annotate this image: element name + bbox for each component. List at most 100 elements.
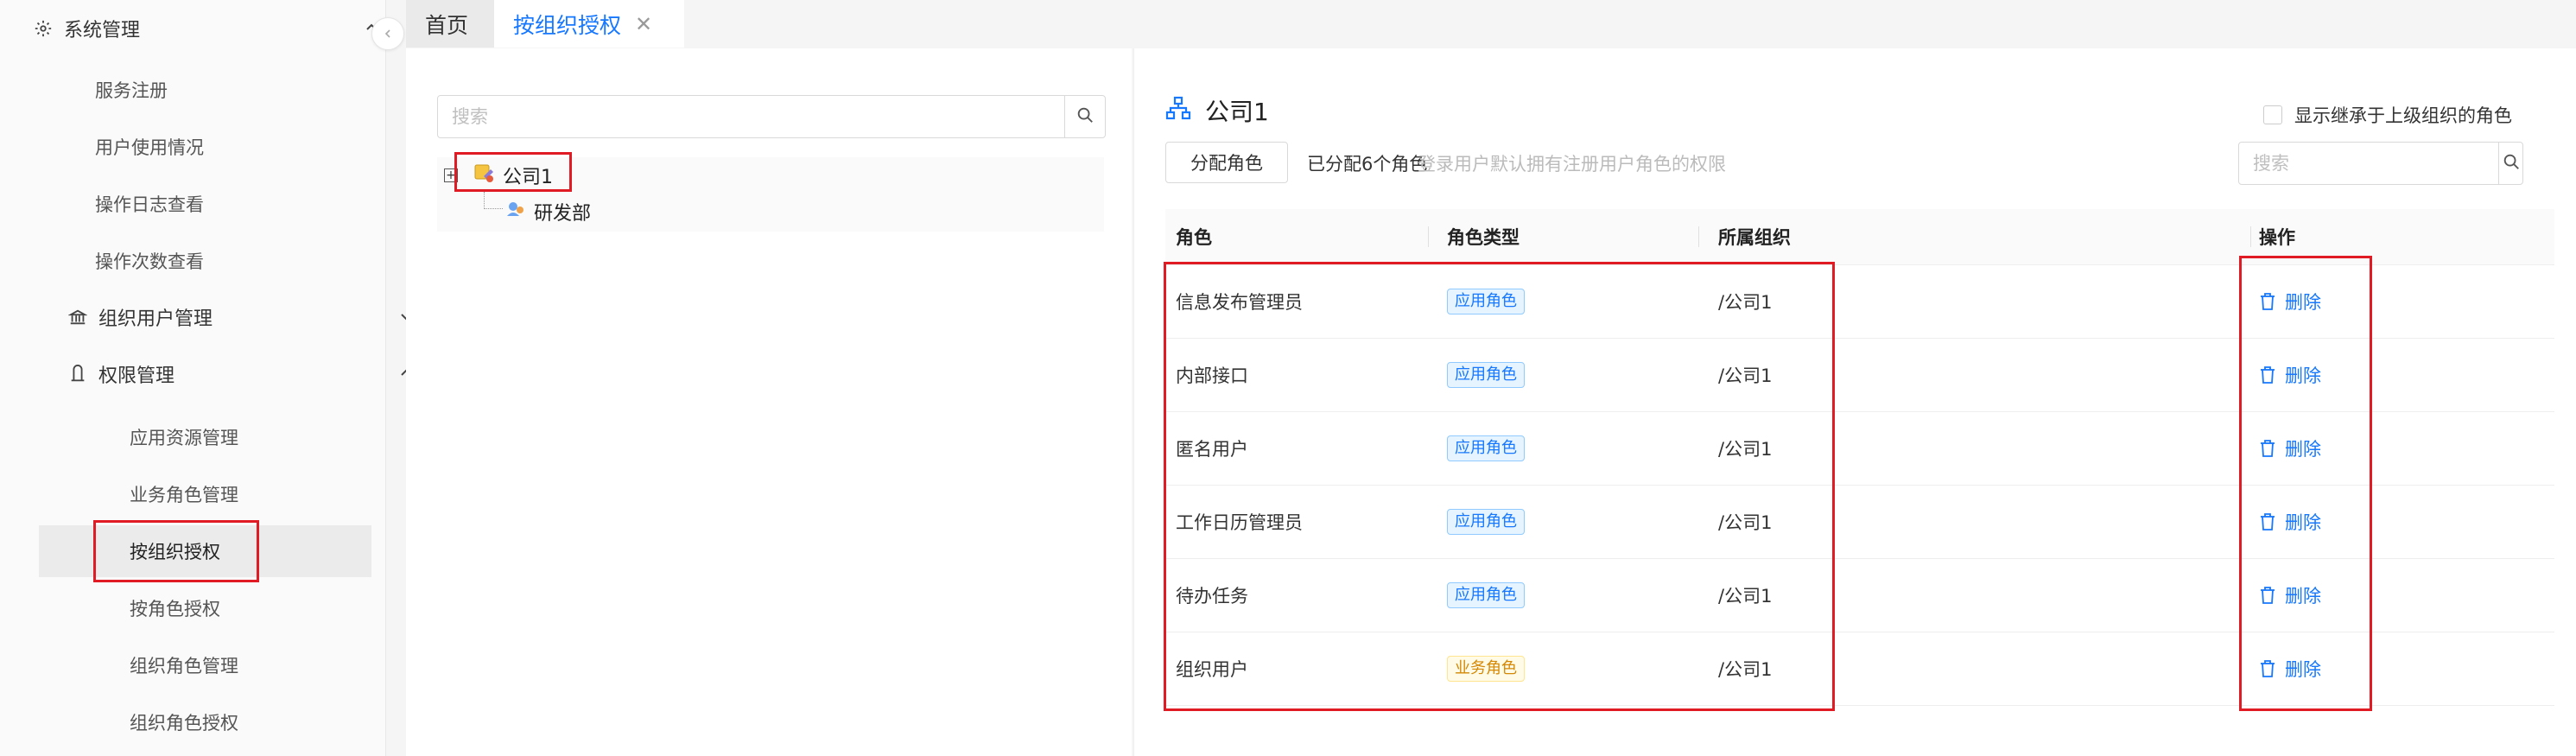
delete-button[interactable]: 删除 bbox=[2259, 656, 2321, 682]
menu-group-org-user[interactable]: 组织用户管理 bbox=[0, 289, 451, 346]
show-inherited-checkbox[interactable] bbox=[2263, 105, 2282, 124]
tree-search-input[interactable] bbox=[438, 96, 1064, 137]
menu-group-system[interactable]: 系统管理 bbox=[0, 0, 416, 57]
cell-type: 应用角色 bbox=[1447, 558, 1525, 632]
tab-label: 首页 bbox=[425, 12, 469, 38]
delete-label: 删除 bbox=[2285, 658, 2321, 680]
menu-item-org-authorize[interactable]: 按组织授权 bbox=[39, 525, 371, 577]
table-row: 匿名用户 应用角色/公司1 删除 bbox=[1165, 411, 2554, 486]
org-title: 公司1 bbox=[1165, 93, 1269, 128]
menu-item-service-register[interactable]: 服务注册 bbox=[95, 64, 168, 116]
menu-item-label: 按组织授权 bbox=[130, 542, 220, 562]
col-separator bbox=[2250, 226, 2251, 247]
tab-home[interactable]: 首页 bbox=[406, 0, 494, 48]
trash-icon bbox=[2259, 439, 2285, 458]
menu-item-user-usage[interactable]: 用户使用情况 bbox=[95, 121, 204, 173]
delete-button[interactable]: 删除 bbox=[2259, 435, 2321, 461]
role-search-input[interactable] bbox=[2239, 143, 2498, 184]
trash-icon bbox=[2259, 659, 2285, 678]
cell-org: /公司1 bbox=[1718, 438, 1773, 460]
delete-button[interactable]: 删除 bbox=[2259, 362, 2321, 388]
cell-type: 业务角色 bbox=[1447, 632, 1525, 705]
table-row: 组织用户 业务角色/公司1 删除 bbox=[1165, 632, 2554, 706]
chevron-left-icon bbox=[383, 26, 393, 42]
menu-item-org-role-authorize[interactable]: 组织角色授权 bbox=[130, 696, 238, 748]
sidebar-collapse-button[interactable] bbox=[371, 17, 404, 50]
tab-org-authorize[interactable]: 按组织授权 ✕ bbox=[494, 0, 684, 48]
cell-role: 匿名用户 bbox=[1176, 438, 1248, 460]
menu-item-app-resource[interactable]: 应用资源管理 bbox=[130, 411, 238, 463]
org-tree-pane: + 公司1 研发部 bbox=[406, 48, 1132, 756]
menu-item-label: 按角色授权 bbox=[130, 599, 220, 619]
dept-icon bbox=[504, 199, 527, 225]
tree-node-label: 公司1 bbox=[503, 167, 553, 188]
menu-item-label: 组织角色管理 bbox=[130, 656, 238, 677]
table-row: 内部接口 应用角色/公司1 删除 bbox=[1165, 338, 2554, 412]
menu-item-label: 业务角色管理 bbox=[130, 485, 238, 505]
delete-button[interactable]: 删除 bbox=[2259, 289, 2321, 314]
cell-action: 删除 bbox=[2259, 558, 2321, 632]
cell-type: 应用角色 bbox=[1447, 264, 1525, 338]
cell-action: 删除 bbox=[2259, 264, 2321, 338]
tree-search-box bbox=[437, 95, 1106, 138]
menu-item-role-authorize[interactable]: 按角色授权 bbox=[130, 582, 220, 634]
menu-item-label: 操作日志查看 bbox=[95, 194, 204, 215]
close-icon[interactable]: ✕ bbox=[635, 12, 652, 36]
show-inherited-label: 显示继承于上级组织的角色 bbox=[2294, 105, 2512, 126]
tree-node-label: 研发部 bbox=[534, 203, 592, 225]
delete-button[interactable]: 删除 bbox=[2259, 509, 2321, 535]
table-row: 工作日历管理员 应用角色/公司1 删除 bbox=[1165, 485, 2554, 559]
delete-label: 删除 bbox=[2285, 511, 2321, 533]
cell-action: 删除 bbox=[2259, 338, 2321, 411]
menu-group-label: 权限管理 bbox=[98, 365, 175, 387]
expand-toggle-icon[interactable]: + bbox=[444, 168, 458, 182]
role-type-tag: 应用角色 bbox=[1447, 361, 1525, 388]
menu-item-operation-count[interactable]: 操作次数查看 bbox=[95, 235, 204, 287]
assign-role-button[interactable]: 分配角色 bbox=[1165, 142, 1288, 183]
cell-role: 待办任务 bbox=[1176, 585, 1248, 607]
cell-action: 删除 bbox=[2259, 485, 2321, 558]
org-structure-icon bbox=[1165, 96, 1191, 126]
menu-item-label: 服务注册 bbox=[95, 80, 168, 101]
cell-org: /公司1 bbox=[1718, 585, 1773, 607]
sidebar: 系统管理 服务注册 用户使用情况 操作日志查看 操作次数查看 组织用户管理 权限… bbox=[0, 0, 411, 756]
cell-type: 应用角色 bbox=[1447, 411, 1525, 485]
cell-action: 删除 bbox=[2259, 411, 2321, 485]
cell-type: 应用角色 bbox=[1447, 485, 1525, 558]
gear-icon bbox=[31, 16, 55, 41]
menu-item-label: 用户使用情况 bbox=[95, 137, 204, 158]
menu-item-biz-role[interactable]: 业务角色管理 bbox=[130, 468, 238, 520]
role-type-tag: 应用角色 bbox=[1447, 508, 1525, 535]
org-tree: + 公司1 研发部 bbox=[437, 157, 1104, 232]
tree-connector bbox=[484, 192, 485, 209]
delete-label: 删除 bbox=[2285, 291, 2321, 313]
col-header-role: 角色 bbox=[1176, 227, 1212, 248]
table-row: 待办任务 应用角色/公司1 删除 bbox=[1165, 558, 2554, 632]
tree-node-company1[interactable]: + 公司1 bbox=[444, 161, 553, 190]
org-name: 公司1 bbox=[1205, 98, 1269, 126]
cell-role: 内部接口 bbox=[1176, 365, 1248, 386]
search-icon bbox=[2502, 152, 2521, 175]
col-header-action: 操作 bbox=[2259, 227, 2295, 248]
org-folder-icon bbox=[473, 162, 496, 188]
tab-label: 按组织授权 bbox=[513, 12, 622, 38]
menu-item-org-role-manage[interactable]: 组织角色管理 bbox=[130, 639, 238, 691]
role-type-tag: 应用角色 bbox=[1447, 288, 1525, 314]
search-button[interactable] bbox=[2498, 143, 2522, 184]
delete-button[interactable]: 删除 bbox=[2259, 582, 2321, 608]
search-icon bbox=[1075, 105, 1094, 128]
cell-org: /公司1 bbox=[1718, 658, 1773, 680]
show-inherited-toggle[interactable]: 显示继承于上级组织的角色 bbox=[2263, 102, 2512, 128]
role-type-tag: 业务角色 bbox=[1447, 655, 1525, 682]
trash-icon bbox=[2259, 365, 2285, 384]
trash-icon bbox=[2259, 292, 2285, 311]
menu-item-operation-log[interactable]: 操作日志查看 bbox=[95, 178, 204, 230]
table-row: 信息发布管理员 应用角色/公司1 删除 bbox=[1165, 264, 2554, 339]
bank-icon bbox=[66, 305, 90, 329]
cell-org: /公司1 bbox=[1718, 365, 1773, 386]
menu-group-permission[interactable]: 权限管理 bbox=[0, 346, 451, 403]
search-button[interactable] bbox=[1064, 96, 1105, 137]
table-header: 角色 角色类型 所属组织 操作 bbox=[1165, 209, 2554, 265]
tree-node-rnd[interactable]: 研发部 bbox=[504, 197, 591, 226]
cell-role: 组织用户 bbox=[1176, 658, 1248, 680]
